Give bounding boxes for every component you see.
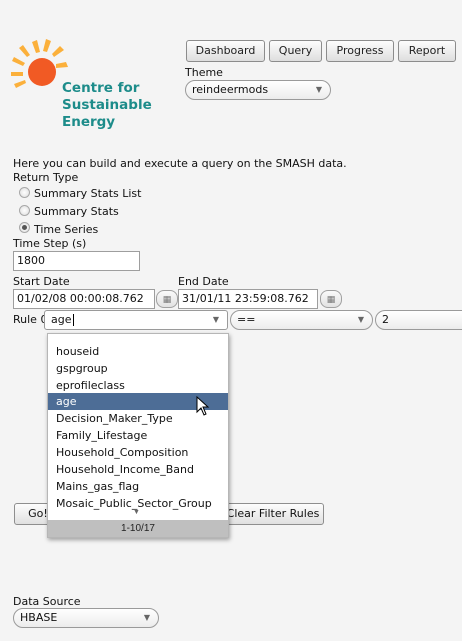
time-step-input[interactable]: 1800 [13,251,140,271]
progress-button[interactable]: Progress [326,40,394,62]
data-source-value: HBASE [20,611,58,624]
radio-label-summary-stats: Summary Stats [34,205,119,218]
dropdown-item-mains-gas-flag[interactable]: Mains_gas_flag [48,478,228,495]
dropdown-item-household-income-band[interactable]: Household_Income_Band [48,461,228,478]
query-button[interactable]: Query [269,40,322,62]
end-date-label: End Date [178,275,229,288]
theme-select[interactable]: reindeermods ▼ [185,80,331,100]
start-date-calendar-icon[interactable]: ▦ [156,290,178,308]
scroll-down-icon[interactable]: ▼ [133,509,140,516]
clear-filter-rules-button[interactable]: Clear Filter Rules [222,503,324,525]
rule-field-combobox[interactable]: age ▼ [44,310,228,330]
start-date-label: Start Date [13,275,70,288]
chevron-down-icon: ▼ [143,613,150,622]
rule-operator-select[interactable]: == ▼ [230,310,373,330]
rule-operator-value: == [237,313,256,326]
logo-line-2: Sustainable [62,97,152,113]
dropdown-item-houseid[interactable]: houseid [48,343,228,360]
intro-text: Here you can build and execute a query o… [13,157,347,170]
theme-label: Theme [185,66,223,79]
rule-label: Rule 0 [13,313,48,326]
radio-time-series[interactable] [19,222,30,233]
radio-label-summary-stats-list: Summary Stats List [34,187,142,200]
data-source-select[interactable]: HBASE ▼ [13,608,159,628]
dropdown-item-gspgroup[interactable]: gspgroup [48,360,228,377]
radio-label-time-series: Time Series [34,223,99,236]
return-type-label: Return Type [13,171,79,184]
mouse-pointer-icon [196,396,210,416]
chevron-down-icon: ▼ [357,315,364,324]
rule-field-dropdown-list[interactable]: houseid gspgroup eprofileclass age Decis… [47,333,229,538]
theme-select-value: reindeermods [192,83,269,96]
chevron-down-icon: ▼ [315,85,322,94]
time-step-label: Time Step (s) [13,237,87,250]
start-date-input[interactable]: 01/02/08 00:00:08.762 [13,289,155,309]
radio-summary-stats-list[interactable] [19,187,30,198]
end-date-calendar-icon[interactable]: ▦ [320,290,342,308]
dropdown-item-family-lifestage[interactable]: Family_Lifestage [48,427,228,444]
logo-line-1: Centre for [62,80,140,96]
dropdown-pager: 1-10/17 [48,520,228,537]
logo-line-3: Energy [62,114,116,130]
radio-summary-stats[interactable] [19,205,30,216]
logo: Centre for Sustainable Energy [10,36,152,136]
data-source-label: Data Source [13,595,81,608]
rule-value-input[interactable]: 2 [375,310,462,330]
dashboard-button[interactable]: Dashboard [186,40,265,62]
rule-field-value: age [51,313,72,326]
end-date-input[interactable]: 31/01/11 23:59:08.762 [178,289,318,309]
dropdown-item-eprofileclass[interactable]: eprofileclass [48,377,228,394]
report-button[interactable]: Report [398,40,456,62]
chevron-down-icon: ▼ [212,315,219,324]
dropdown-item-household-composition[interactable]: Household_Composition [48,444,228,461]
